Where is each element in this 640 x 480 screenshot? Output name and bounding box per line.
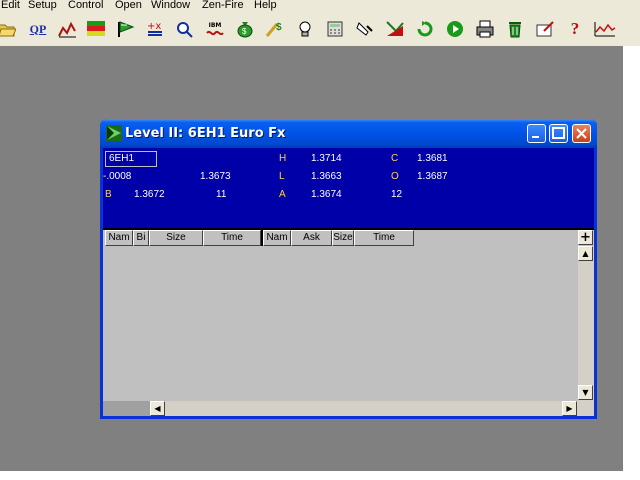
high-label: H [279,153,287,164]
ask-price: 1.3674 [311,189,342,200]
bid-size: 11 [216,189,227,200]
menu-edit[interactable]: Edit [1,0,20,11]
menu-window[interactable]: Window [151,0,190,11]
scroll-up-button[interactable]: ▲ [578,246,593,261]
menu-help[interactable]: Help [254,0,277,11]
bid-price: 1.3672 [134,189,165,200]
dollar-icon[interactable]: $ [264,18,286,40]
help-icon[interactable]: ? [564,18,586,40]
scroll-gap [103,401,150,416]
hand-icon[interactable] [354,18,376,40]
trash-icon[interactable] [504,18,526,40]
header-ask-time[interactable]: Time [354,230,414,246]
maximize-button[interactable] [549,124,568,143]
header-bid-time[interactable]: Time [203,230,261,246]
header-ask[interactable]: Ask [291,230,332,246]
quote-panel [103,148,594,230]
add-column-button[interactable]: + [578,230,593,245]
svg-text:$: $ [242,27,247,36]
scroll-down-button[interactable]: ▼ [578,385,593,400]
query-icon[interactable] [174,18,196,40]
refresh-icon[interactable] [414,18,436,40]
flag-icon[interactable] [115,18,137,40]
open-label: O [391,171,399,182]
quote-page-button[interactable]: QP [27,18,49,40]
svg-text:$: $ [276,22,282,33]
folder-open-icon[interactable] [0,18,18,40]
bottom-edge [0,471,623,480]
chart-icon[interactable] [56,18,78,40]
scroll-right-button[interactable]: ▶ [562,401,577,416]
depth-table [103,228,594,416]
bid-label: B [105,189,112,200]
play-icon[interactable] [444,18,466,40]
order-entry-icon[interactable]: +x [144,18,166,40]
ask-label: A [279,189,286,200]
calculator-icon[interactable] [324,18,346,40]
minimize-button[interactable] [527,124,546,143]
low-label: L [279,171,285,182]
ibm-icon[interactable]: IBM [204,18,226,40]
ibm-label: IBM [208,21,222,29]
close-button[interactable] [572,124,591,143]
header-bid-name[interactable]: Nam [105,230,133,246]
print-icon[interactable] [474,18,496,40]
app-logo-icon [106,125,122,141]
header-bid[interactable]: Bi [133,230,149,246]
scroll-left-button[interactable]: ◀ [150,401,165,416]
window-titlebar[interactable]: Level II: 6EH1 Euro Fx [100,119,597,148]
alert-chart-icon[interactable] [384,18,406,40]
net-change: -.0008 [103,171,132,182]
window-title: Level II: 6EH1 Euro Fx [125,126,286,141]
level-ii-icon[interactable] [85,18,107,40]
menu-bar: Edit Setup Control Open Window Zen-Fire … [0,0,640,13]
header-bid-size[interactable]: Size [149,230,203,246]
close-label: C [391,153,399,164]
horizontal-scrollbar[interactable]: ◀ ▶ [150,401,578,416]
vertical-scrollbar[interactable]: ▲ ▼ [578,246,594,401]
mini-chart-icon[interactable] [594,18,616,40]
size-grip [578,401,594,416]
lightbulb-icon[interactable] [294,18,316,40]
toolbar: QP +x IBM $ $ ? [0,13,640,46]
menu-control[interactable]: Control [68,0,103,11]
header-ask-name[interactable]: Nam [263,230,291,246]
edit-icon[interactable] [534,18,556,40]
high-value: 1.3714 [311,153,342,164]
menu-zen-fire[interactable]: Zen-Fire [202,0,244,11]
close-value: 1.3681 [417,153,448,164]
menu-open[interactable]: Open [115,0,142,11]
symbol-input[interactable]: 6EH1 [105,151,157,167]
svg-text:+x: +x [147,21,161,32]
money-bag-icon[interactable]: $ [234,18,256,40]
ask-size: 12 [391,189,403,200]
low-value: 1.3663 [311,171,342,182]
right-edge [623,46,640,480]
open-value: 1.3687 [417,171,448,182]
last-price: 1.3673 [200,171,231,182]
menu-setup[interactable]: Setup [28,0,57,11]
header-ask-size[interactable]: Size [332,230,354,246]
